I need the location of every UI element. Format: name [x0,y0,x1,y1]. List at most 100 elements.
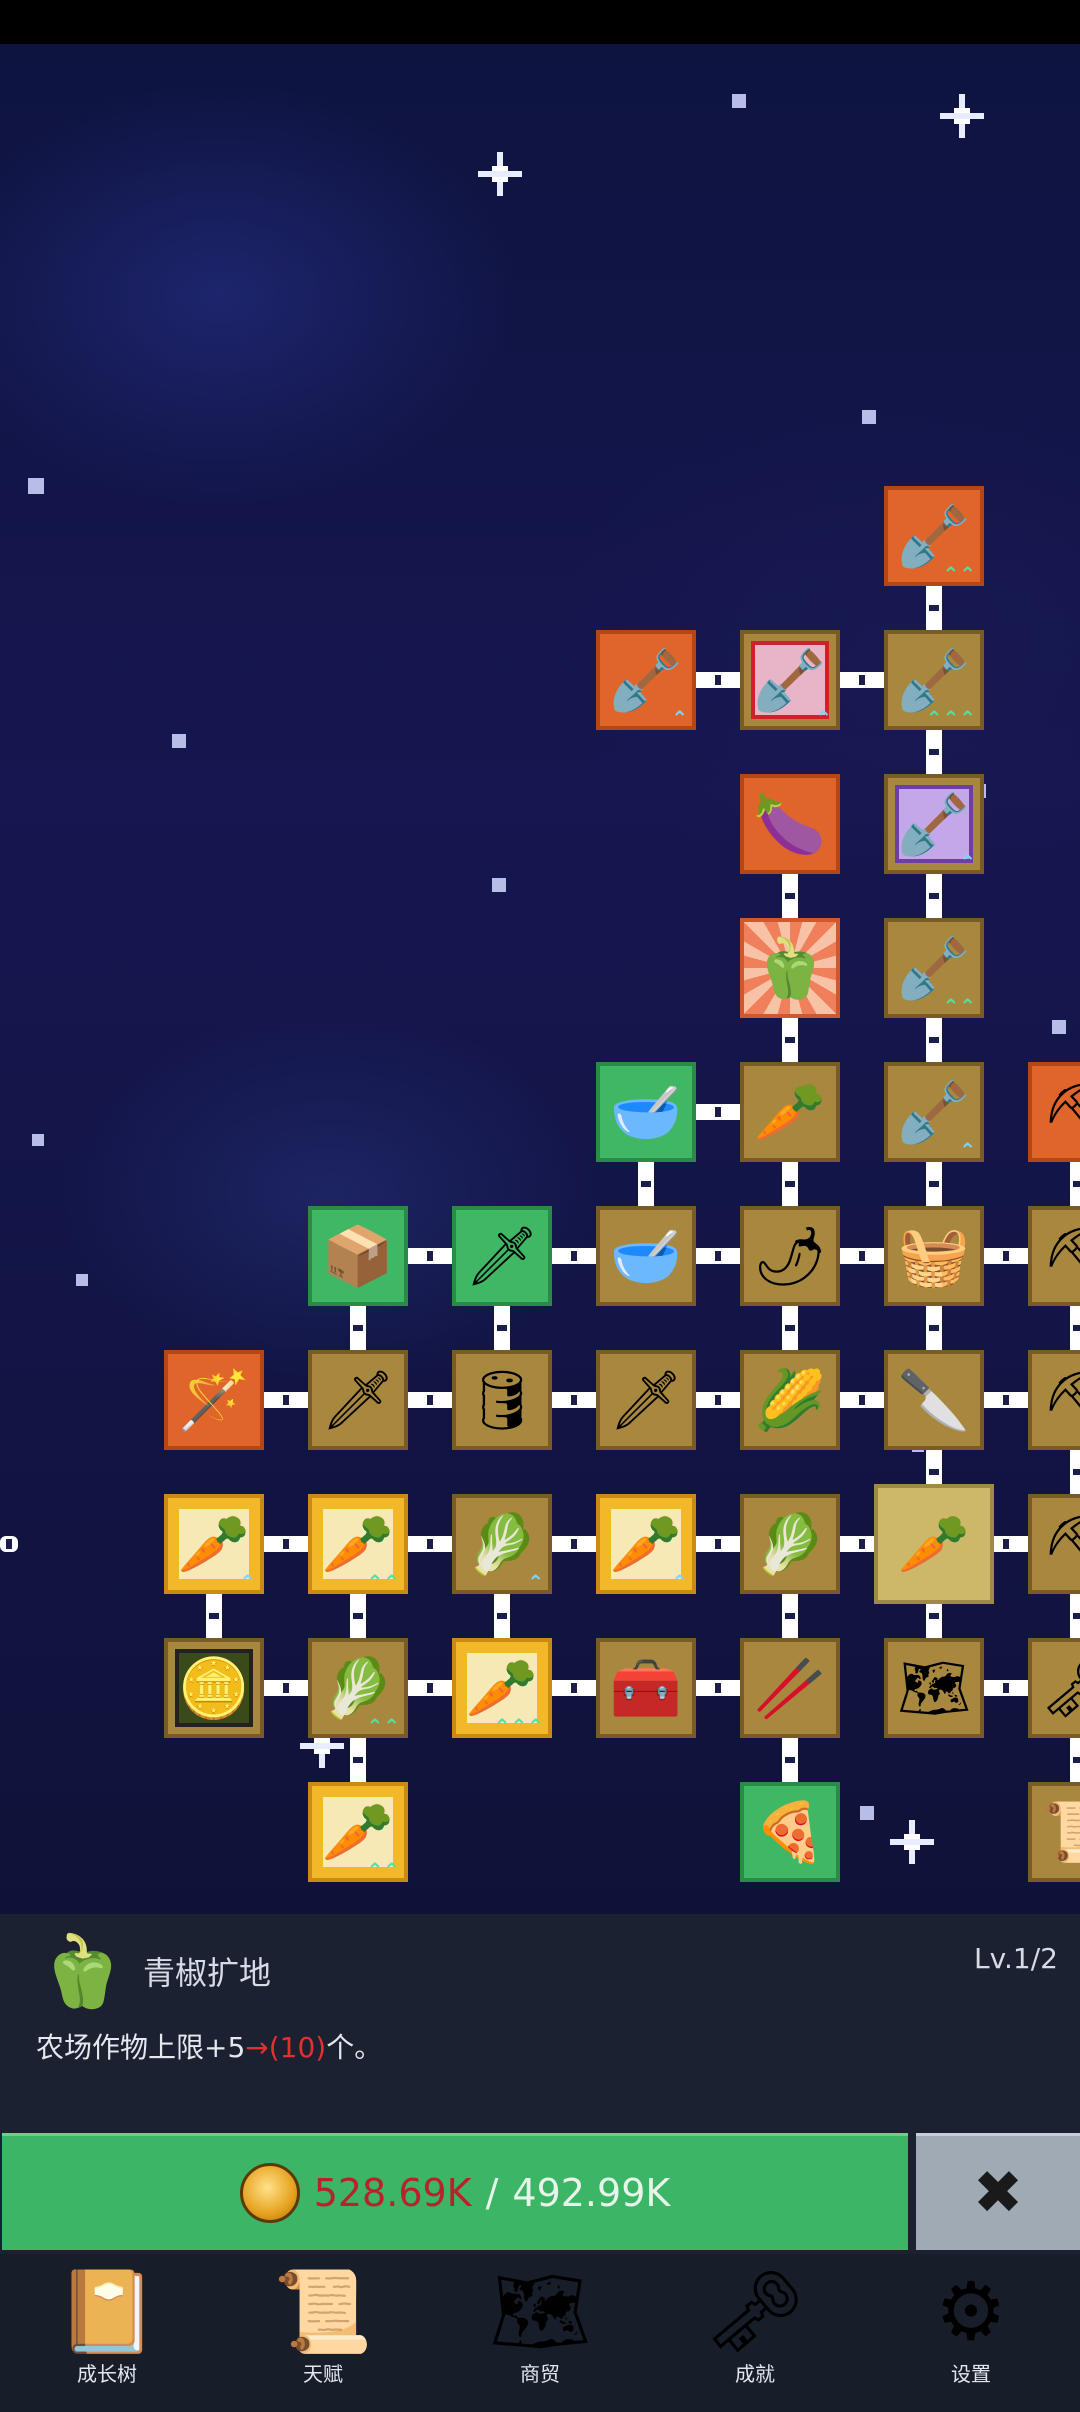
skill-node[interactable]: 🪄 [164,1350,264,1450]
skill-node[interactable]: 🥕 ⌃ [164,1494,264,1594]
desc-highlight: →(10) [245,2031,327,2064]
carrot-icon: 🥕 [177,1509,251,1579]
upgrade-arrow-icon: ⌃⌃ [366,1714,400,1738]
sword-icon: 🗡 [465,1222,539,1290]
skill-node[interactable]: 🗡 [308,1350,408,1450]
upgrade-arrow-icon: ⌃ [671,706,688,730]
skill-node[interactable]: 🪙 [164,1638,264,1738]
skill-node[interactable]: ⛏⌃⌃ [1028,1062,1080,1162]
carrot-icon: 🥕 [897,1510,971,1578]
bowl-icon: 🥣 [609,1078,683,1146]
skill-node[interactable]: 🧺 [884,1206,984,1306]
skill-node[interactable]: 🥕 ⌃⌃⌃ [452,1638,552,1738]
close-icon: ✖ [972,2158,1024,2228]
book-icon: 📔 [57,2265,157,2358]
bell-pepper-icon: 🫑 [38,1930,126,2012]
key-icon: 🗝 [1041,1654,1080,1722]
skill-info-panel [0,1914,1080,2129]
bowl-icon: 🥣 [609,1222,683,1290]
pickaxe-icon: ⛏ [1041,1366,1080,1434]
nav-label: 成长树 [77,2362,137,2386]
skill-node[interactable]: 🪏 ⌃ [884,1062,984,1162]
skill-node[interactable]: 🗡 [596,1350,696,1450]
skill-node[interactable]: 🪏 ⌃ [740,630,840,730]
scroll-icon: 📜 [273,2265,373,2358]
skill-node[interactable]: ⛏ [1028,1206,1080,1306]
key-icon: 🗝 [704,2265,806,2358]
skill-node[interactable]: ⛏ [1028,1494,1080,1594]
nav-achievements[interactable]: 🗝 成就 [680,2262,830,2392]
skill-node[interactable]: 🛢 [452,1350,552,1450]
skill-node[interactable]: 🪏 ⌃ [884,774,984,874]
skill-node[interactable]: 🥣 [596,1206,696,1306]
shovel-icon: 🪏 [609,646,683,714]
pizza-icon: 🍕 [753,1798,827,1866]
skill-node[interactable]: 🥢 [740,1638,840,1738]
star [732,94,746,108]
sword-icon: 🗡 [321,1366,395,1434]
skill-node[interactable]: 📜 [1028,1782,1080,1882]
skill-node[interactable]: 🧰 [596,1638,696,1738]
crate-icon: 📦 [321,1222,395,1290]
nav-label: 成就 [735,2362,775,2386]
knife-icon: 🔪 [897,1366,971,1434]
nav-label: 商贸 [520,2362,560,2386]
nav-trade[interactable]: 🗺 商贸 [465,2262,615,2392]
upgrade-arrow-icon: ⌃⌃ [366,1570,400,1594]
skill-node[interactable]: 🍕 [740,1782,840,1882]
desc-prefix: 农场作物上限+5 [36,2031,246,2064]
skill-node[interactable]: 🗡 [452,1206,552,1306]
corn-icon: 🌽 [753,1366,827,1434]
upgrade-arrow-icon: ⌃ [671,1570,688,1594]
skill-node[interactable]: 🍆 [740,774,840,874]
skill-node[interactable]: 🪏 ⌃ [596,630,696,730]
treasure-chest-icon: 🧰 [609,1654,683,1722]
shovel-icon: 🪏 [897,502,971,570]
skill-node[interactable]: 🪏 ⌃⌃ [884,918,984,1018]
upgrade-arrow-icon: ⌃⌃ [942,994,976,1018]
pickaxe-icon: ⛏ [1041,1078,1080,1146]
skill-node[interactable]: 🥕 ⌃⌃ [308,1782,408,1882]
skill-node[interactable]: 🥬 ⌃ [452,1494,552,1594]
nav-settings[interactable]: ⚙ 设置 [896,2262,1046,2392]
skill-node[interactable]: 🥕 ⌃ [596,1494,696,1594]
skill-node[interactable]: 🥕 ⌃⌃ [308,1494,408,1594]
nav-talent[interactable]: 📜 天赋 [248,2262,398,2392]
skill-node[interactable]: ⛏⌃ [1028,1350,1080,1450]
skill-node[interactable]: 🗝 [1028,1638,1080,1738]
star [860,1806,874,1820]
upgrade-arrow-icon: ⌃ [239,1570,256,1594]
skill-node[interactable]: 🌽 [740,1350,840,1450]
nav-growth-tree[interactable]: 📔 成长树 [32,2262,182,2392]
gear-icon: ⚙ [935,2265,1007,2358]
star [28,478,44,494]
skill-node[interactable]: 📦 [308,1206,408,1306]
status-bar [0,0,1080,44]
cabbage-icon: 🥬 [753,1510,827,1578]
skill-node[interactable]: 🫑 [740,918,840,1018]
skill-node[interactable]: 🥣 [596,1062,696,1162]
skill-node[interactable]: 🪏 ⌃⌃⌃ [884,630,984,730]
carrot-icon: 🥕 [465,1653,539,1723]
current-coins: 528.69K [313,2171,472,2215]
upgrade-arrow-icon: ⌃⌃⌃ [493,1714,544,1738]
nav-label: 天赋 [303,2362,343,2386]
price-separator: / [485,2171,499,2215]
skill-node[interactable]: 🥬 [740,1494,840,1594]
close-button[interactable]: ✖ [916,2133,1080,2250]
skill-node[interactable]: 🪏 ⌃⌃ [884,486,984,586]
basket-icon: 🧺 [897,1222,971,1290]
skill-node[interactable]: 🗺 [884,1638,984,1738]
star [76,1274,88,1286]
cabbage-icon: 🥬 [321,1654,395,1722]
skill-node[interactable]: 🔪 [884,1350,984,1450]
sparkle-star [890,1820,934,1864]
carrot-icon: 🥕 [321,1509,395,1579]
star [862,410,876,424]
skill-node[interactable]: 🥬 ⌃⌃ [308,1638,408,1738]
upgrade-button[interactable]: 528.69K / 492.99K [2,2133,908,2250]
skill-node[interactable]: 🌶 [740,1206,840,1306]
star [492,878,506,892]
skill-node[interactable]: 🥕 [874,1484,994,1604]
skill-node[interactable]: 🥕 [740,1062,840,1162]
